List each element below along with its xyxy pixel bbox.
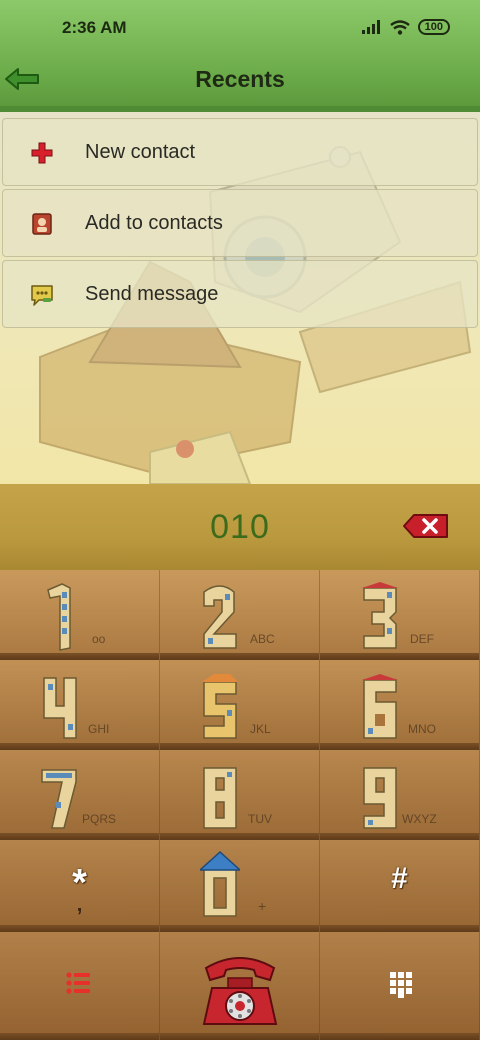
digit-4-icon — [43, 677, 77, 739]
digit-3-icon — [362, 582, 398, 649]
hash-symbol: # — [391, 862, 408, 895]
digit-1-icon — [47, 583, 71, 651]
digit-7-icon — [41, 769, 77, 829]
key-2[interactable]: ABC — [160, 570, 320, 660]
status-time: 2:36 AM — [62, 18, 127, 37]
number-display: 010 — [0, 484, 480, 570]
star-sub-symbol: , — [76, 894, 83, 916]
key-letters: DEF — [410, 632, 434, 646]
key-5[interactable]: JKL — [160, 660, 320, 750]
page-title: Recents — [195, 66, 285, 92]
list-icon — [66, 972, 90, 994]
key-hash[interactable]: # — [320, 840, 480, 932]
key-letters: oo — [92, 632, 106, 646]
menu-item-label: New contact — [85, 141, 196, 163]
digit-5-icon — [202, 674, 238, 739]
telephone-icon — [202, 957, 278, 1025]
key-9[interactable]: WXYZ — [320, 750, 480, 840]
call-button[interactable] — [160, 932, 320, 1040]
digit-8-icon — [203, 767, 237, 829]
key-7[interactable]: PQRS — [0, 750, 160, 840]
key-star[interactable]: * , — [0, 840, 160, 932]
message-bubble-icon — [27, 281, 57, 309]
key-1[interactable]: oo — [0, 570, 160, 660]
plus-icon — [27, 139, 57, 167]
menu-item-new-contact[interactable]: New contact — [2, 118, 478, 186]
dialpad-icon — [390, 972, 412, 998]
key-letters: ABC — [250, 632, 275, 646]
key-6[interactable]: MNO — [320, 660, 480, 750]
battery-icon: 100 — [417, 19, 450, 35]
key-letters: PQRS — [82, 812, 117, 826]
menu-item-add-to-contacts[interactable]: Add to contacts — [2, 189, 478, 257]
signal-icon — [361, 20, 380, 34]
digit-6-icon — [362, 674, 398, 739]
key-8[interactable]: TUV — [160, 750, 320, 840]
key-3[interactable]: DEF — [320, 570, 480, 660]
key-letters: JKL — [250, 722, 271, 736]
menu-item-label: Send message — [85, 283, 219, 305]
key-letters: WXYZ — [402, 812, 437, 826]
key-4[interactable]: GHI — [0, 660, 160, 750]
key-0[interactable]: + — [160, 840, 320, 932]
wifi-icon — [389, 19, 410, 35]
key-plus-label: + — [258, 898, 267, 914]
app-header: 2:36 AM 100 Recents — [0, 0, 480, 112]
backspace-icon[interactable] — [402, 512, 450, 540]
call-log-button[interactable] — [0, 932, 160, 1040]
digit-0-icon — [200, 850, 240, 917]
digit-9-icon — [363, 767, 397, 829]
contact-card-icon — [27, 210, 57, 238]
key-letters: MNO — [408, 722, 436, 736]
dial-keypad: oo ABC DEF GHI JKL MNO PQRS TUV WXYZ * ,… — [0, 570, 480, 1040]
digit-2-icon — [203, 585, 237, 649]
menu-item-send-message[interactable]: Send message — [2, 260, 478, 328]
key-letters: GHI — [88, 722, 110, 736]
status-icons: 100 — [361, 19, 450, 35]
status-bar: 2:36 AM 100 — [0, 0, 480, 56]
key-letters: TUV — [248, 812, 272, 826]
menu-item-label: Add to contacts — [85, 212, 223, 234]
keypad-toggle-button[interactable] — [320, 932, 480, 1040]
